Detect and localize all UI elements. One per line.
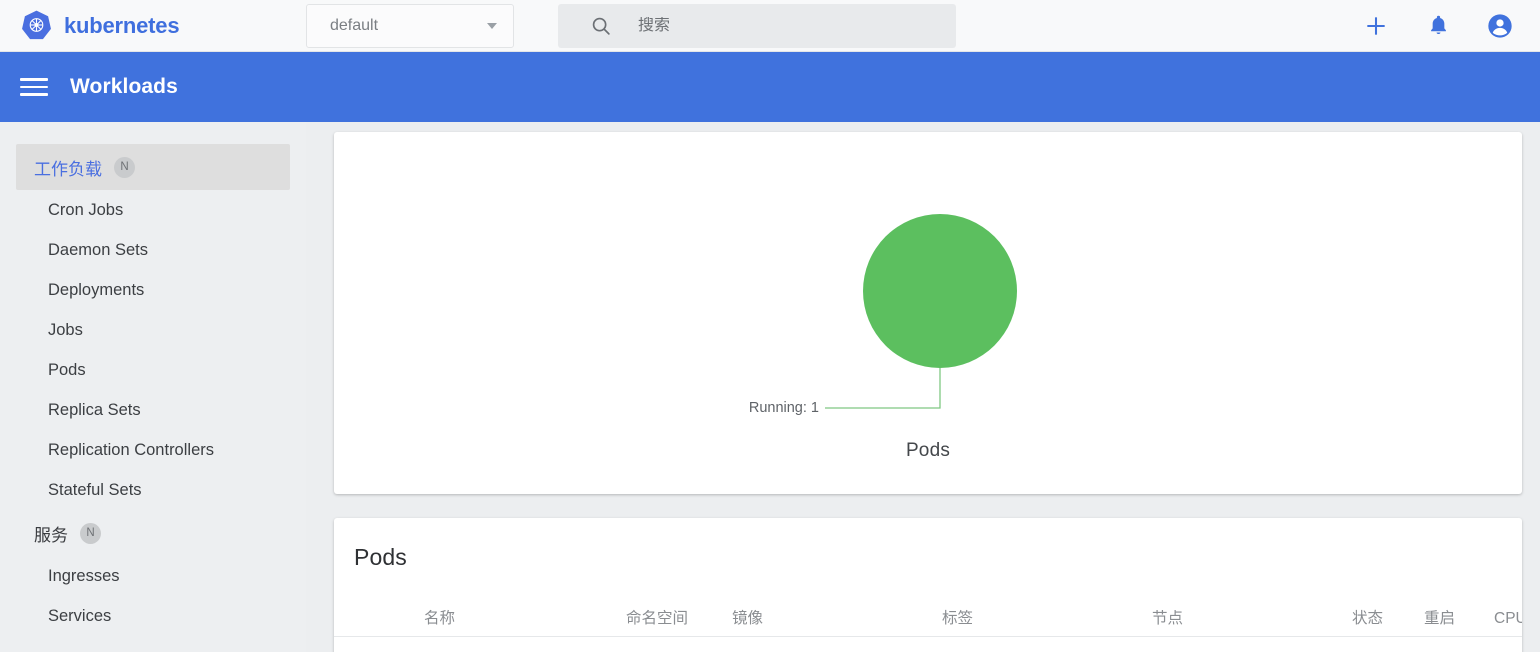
column-header[interactable]: CPU: [1494, 610, 1522, 628]
create-button[interactable]: [1362, 12, 1390, 40]
pie-slice-running[interactable]: [863, 214, 1017, 368]
sidebar-item-services[interactable]: Services: [0, 596, 306, 636]
top-bar-actions: [1362, 12, 1540, 40]
pods-status-chart-card: Running: 1 Pods: [334, 132, 1522, 494]
sidebar-group-workloads[interactable]: 工作负载 N: [16, 144, 290, 190]
page-header: Workloads: [0, 52, 1540, 122]
account-button[interactable]: [1486, 12, 1514, 40]
body: 工作负载 N Cron Jobs Daemon Sets Deployments…: [0, 122, 1540, 652]
brand-title: kubernetes: [64, 12, 180, 38]
search-icon: [592, 17, 610, 35]
sidebar-item-cron-jobs[interactable]: Cron Jobs: [0, 190, 306, 230]
chevron-down-icon: [487, 22, 497, 29]
sidebar-group-label: 工作负载: [34, 159, 102, 179]
top-bar: kubernetes default: [0, 0, 1540, 52]
chart-caption: Pods: [905, 440, 951, 461]
column-header[interactable]: 名称: [424, 606, 455, 628]
pods-table-header-row: 名称 命名空间 镜像 标签 节点 状态 重启 CPU: [334, 599, 1522, 637]
bell-icon: [1430, 15, 1446, 35]
sidebar-item-daemon-sets[interactable]: Daemon Sets: [0, 230, 306, 270]
column-header[interactable]: 镜像: [732, 606, 763, 628]
pie-slice-label: Running: 1: [749, 400, 819, 416]
kubernetes-helm-logo-icon: [22, 10, 51, 40]
sidebar-item-pods[interactable]: Pods: [0, 350, 306, 390]
column-header[interactable]: 标签: [942, 606, 973, 628]
brand[interactable]: kubernetes: [0, 9, 306, 42]
namespace-selected-value: default: [330, 16, 379, 34]
namespaced-badge: N: [80, 522, 101, 544]
main-content: Running: 1 Pods Pods 名称 命名空间 镜像 标签 节点 状态 重启 CPU…: [306, 122, 1540, 652]
pie-leader-line: [825, 368, 941, 409]
plus-icon: [1367, 16, 1385, 35]
sidebar-group-label: 服务: [34, 525, 68, 545]
search-input[interactable]: [638, 16, 938, 35]
sidebar-group-services[interactable]: 服务 N: [0, 510, 306, 556]
sidebar: 工作负载 N Cron Jobs Daemon Sets Deployments…: [0, 122, 306, 652]
namespaced-badge: N: [114, 156, 135, 178]
sidebar-item-replication-controllers[interactable]: Replication Controllers: [0, 430, 306, 470]
pods-table-card: Pods 名称命名空间镜像标签节点状态重启CPU CSDN @柠檬小帽: [334, 518, 1522, 652]
sidebar-item-deployments[interactable]: Deployments: [0, 270, 306, 310]
namespace-selector[interactable]: default: [306, 3, 514, 48]
hamburger-menu-icon[interactable]: [18, 71, 50, 103]
notifications-button[interactable]: [1424, 12, 1452, 40]
account-circle-icon: [1488, 13, 1512, 38]
sidebar-item-ingresses[interactable]: Ingresses: [0, 556, 306, 596]
kubernetes-dashboard: kubernetes default 搜索 Workloads 工作负载 N C…: [0, 0, 1540, 652]
sidebar-item-jobs[interactable]: Jobs: [0, 310, 306, 350]
search-box[interactable]: [558, 3, 956, 48]
sidebar-item-replica-sets[interactable]: Replica Sets: [0, 390, 306, 430]
column-header[interactable]: 重启: [1424, 606, 1455, 628]
page-title: Workloads: [70, 75, 178, 98]
column-header[interactable]: 状态: [1352, 606, 1383, 628]
column-header[interactable]: 命名空间: [626, 606, 688, 628]
pods-table-title: Pods: [354, 544, 407, 570]
column-header[interactable]: 节点: [1152, 606, 1183, 628]
sidebar-item-stateful-sets[interactable]: Stateful Sets: [0, 470, 306, 510]
